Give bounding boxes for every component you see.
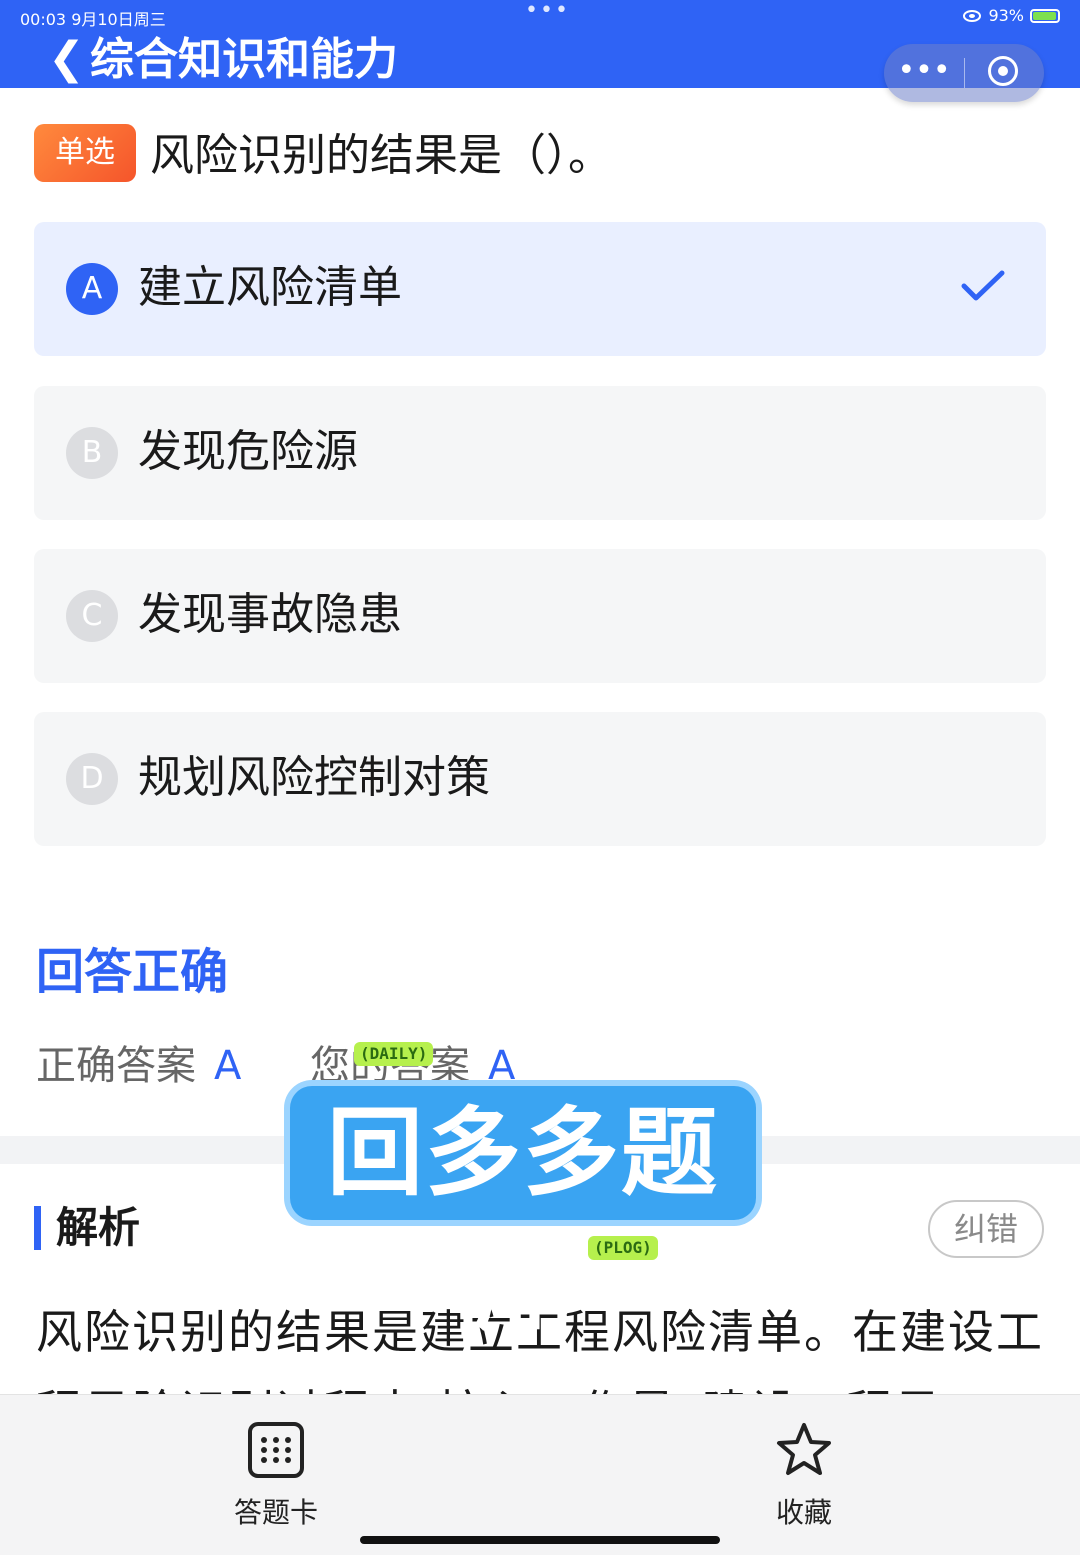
option-letter: A [66, 263, 118, 315]
more-dots-icon[interactable]: ••• [884, 44, 964, 102]
multitask-dots[interactable]: ••• [525, 0, 570, 23]
option-letter: B [66, 427, 118, 479]
page-title: 综合知识和能力 [90, 34, 398, 85]
capsule-divider [964, 58, 965, 88]
check-icon [960, 268, 1006, 311]
mini-program-capsule: ••• [884, 44, 1044, 102]
option-letter: D [66, 753, 118, 805]
option-a[interactable]: A 建立风险清单 [34, 222, 1046, 356]
tab-favorite[interactable]: 收藏 [724, 1421, 884, 1531]
home-indicator[interactable] [360, 1536, 720, 1544]
back-arrow-icon[interactable]: ❮ [48, 34, 85, 84]
tab-label: 答题卡 [233, 1496, 318, 1529]
analysis-accent-bar [34, 1206, 41, 1250]
watermark-text: 回多多题库 [327, 1097, 719, 1343]
option-text: 发现危险源 [138, 426, 358, 477]
watermark-logo: 回多多题库 [290, 1086, 756, 1343]
target-close-icon[interactable] [988, 56, 1018, 86]
tab-label: 收藏 [775, 1496, 832, 1529]
watermark-tag-plog: (PLOG) [588, 1236, 658, 1260]
option-text: 发现事故隐患 [138, 589, 402, 640]
option-b[interactable]: B 发现危险源 [34, 386, 1046, 520]
battery-percent: 93% [988, 6, 1024, 25]
watermark-tag-daily: (DAILY) [354, 1042, 434, 1066]
analysis-title: 解析 [56, 1203, 141, 1252]
app-header: 00:03 9月10日周三 ••• 93% ❮ 综合知识和能力 ••• [0, 0, 1080, 102]
wifi-icon [963, 9, 982, 22]
status-time: 00:03 9月10日周三 [20, 10, 166, 29]
report-error-button[interactable]: 纠错 [928, 1200, 1044, 1258]
battery-icon [1030, 8, 1060, 23]
option-d[interactable]: D 规划风险控制对策 [34, 712, 1046, 846]
option-c[interactable]: C 发现事故隐患 [34, 549, 1046, 683]
answer-card-icon [248, 1422, 304, 1478]
bottom-toolbar: 答题卡 收藏 [0, 1394, 1080, 1555]
option-text: 建立风险清单 [138, 262, 402, 313]
result-title: 回答正确 [36, 944, 229, 1000]
correct-answer: 正确答案 A [36, 1036, 241, 1096]
star-icon [777, 1423, 831, 1475]
status-right: 93% [962, 6, 1060, 25]
question-type-badge: 单选 [34, 124, 136, 182]
option-text: 规划风险控制对策 [138, 752, 490, 803]
option-letter: C [66, 590, 118, 642]
tab-answer-card[interactable]: 答题卡 [196, 1421, 356, 1531]
question-text: 风险识别的结果是（）。 [150, 130, 612, 181]
correct-answer-label: 正确答案 [36, 1043, 196, 1089]
correct-answer-value: A [214, 1043, 242, 1089]
your-answer-value: A [488, 1043, 516, 1089]
